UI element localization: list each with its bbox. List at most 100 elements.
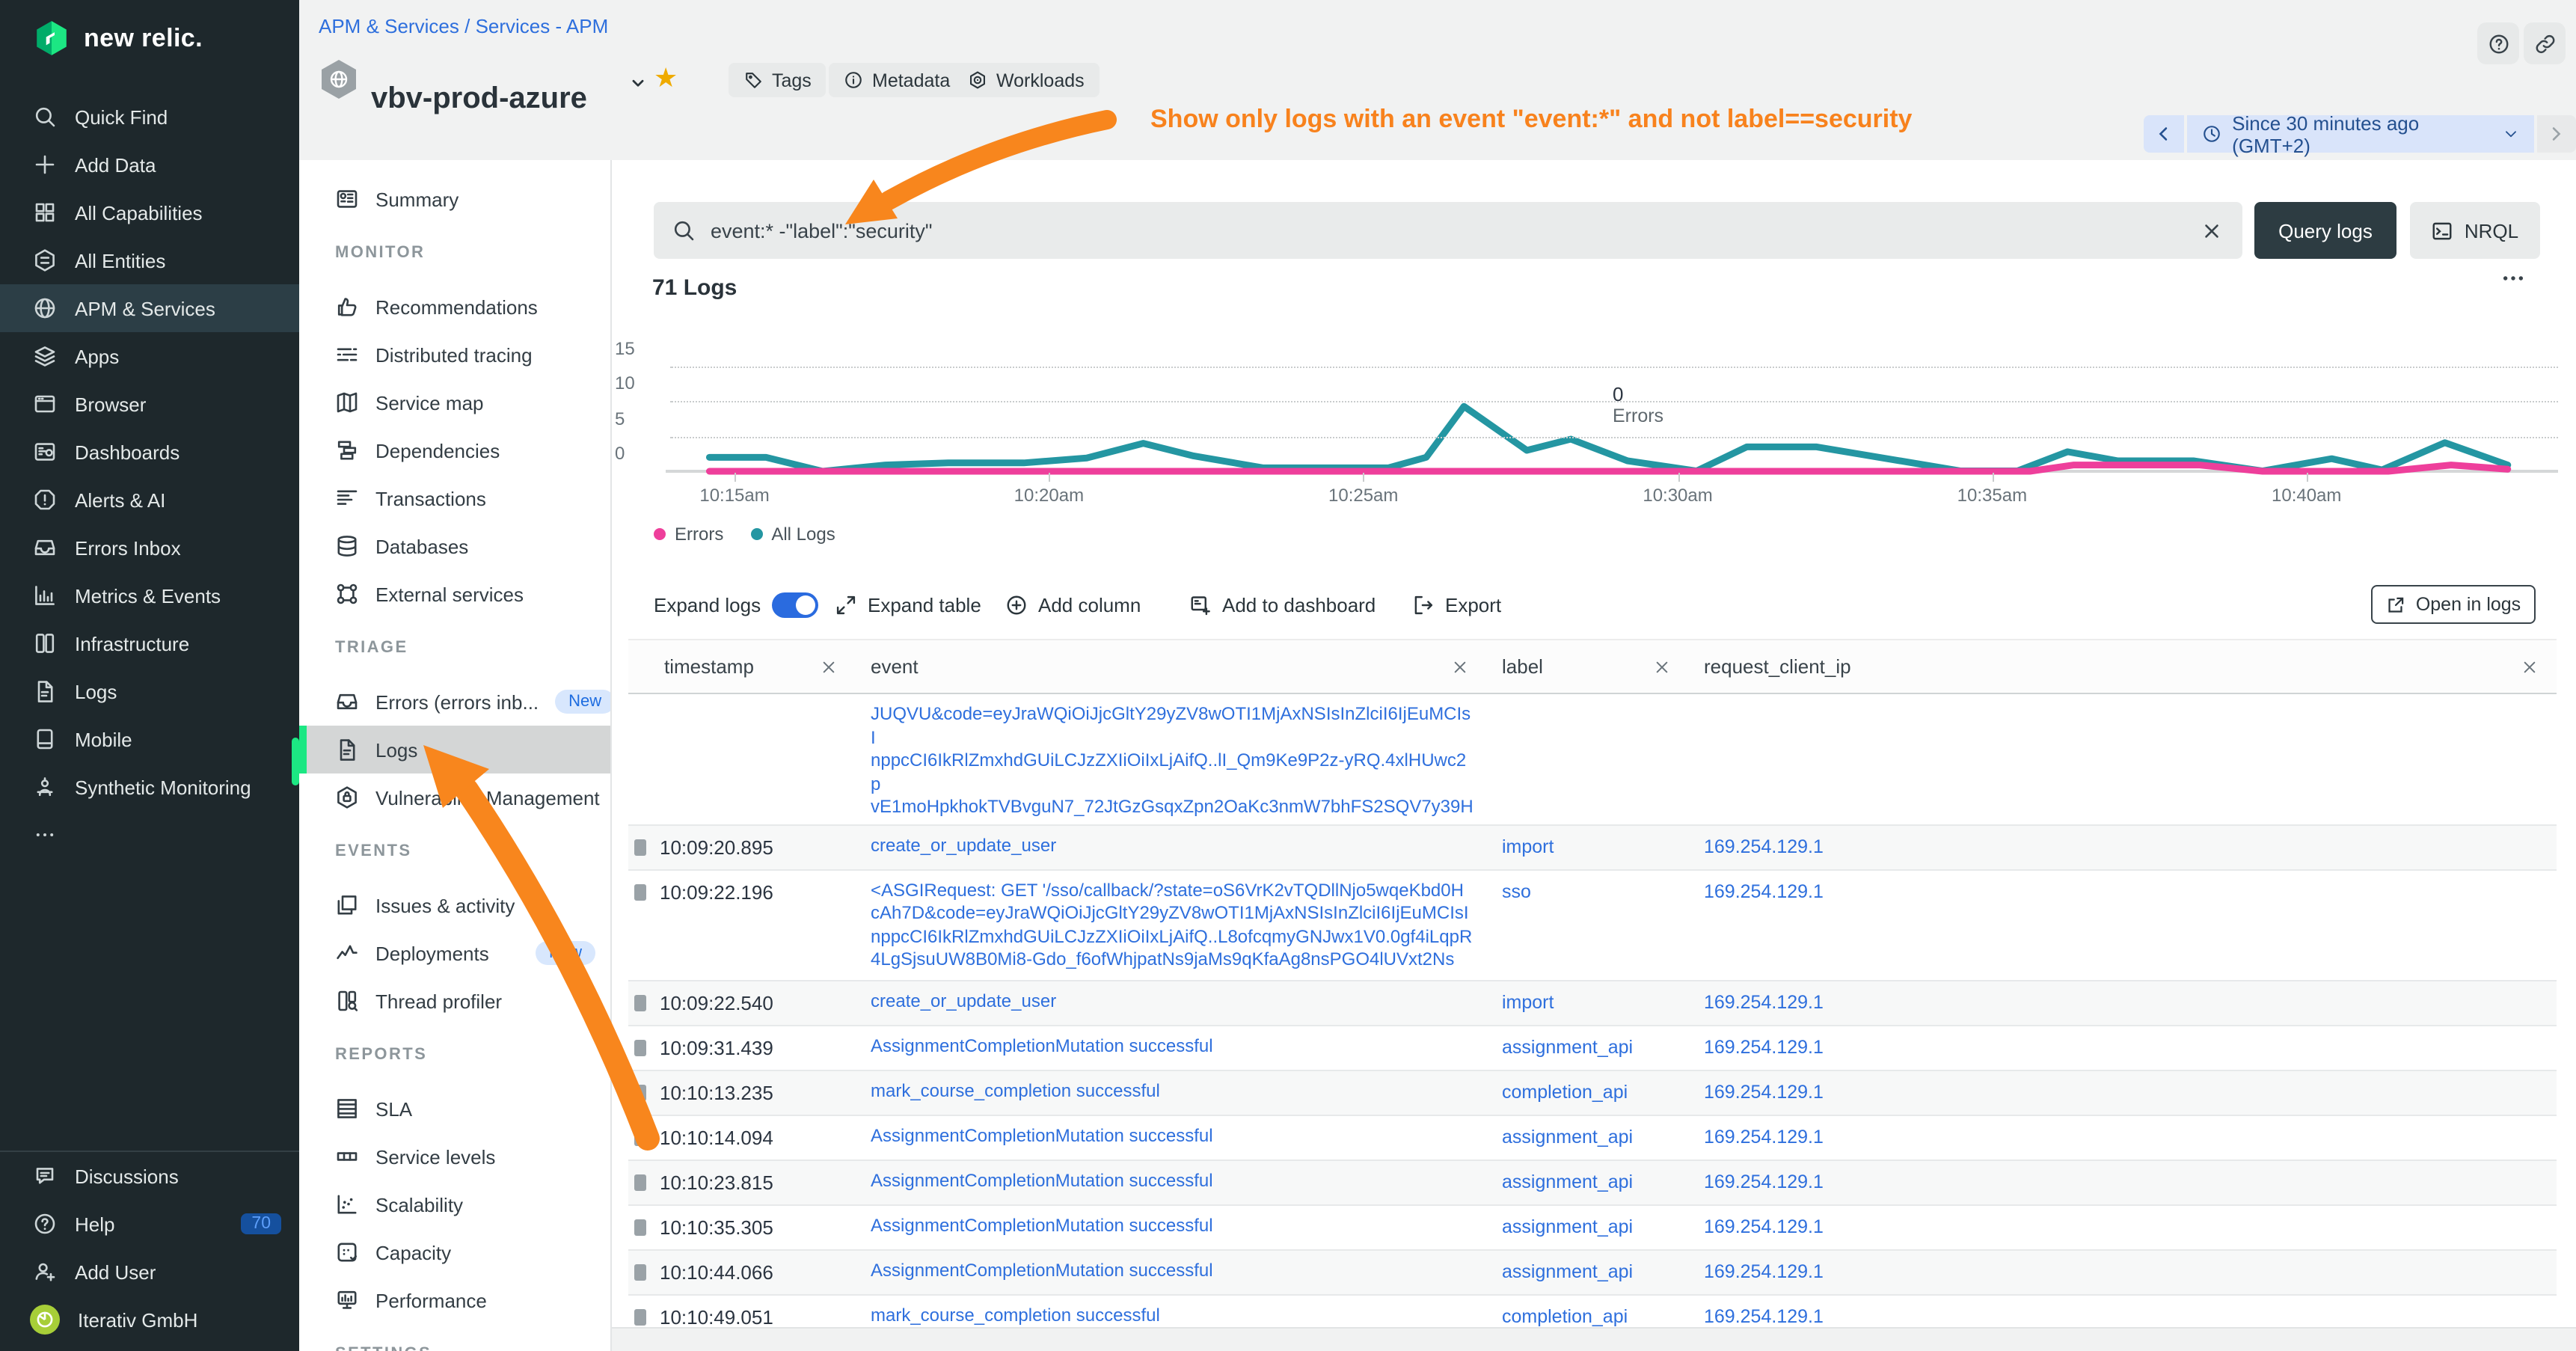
table-row[interactable]: 10:10:14.094AssignmentCompletionMutation… — [628, 1115, 2557, 1160]
nrql-button[interactable]: NRQL — [2410, 202, 2540, 259]
table-row[interactable]: JUQVU&code=eyJraWQiOiJjcGltY29yZV8wOTI1M… — [628, 694, 2557, 825]
sidebar-item-all-entities[interactable]: All Entities — [0, 236, 299, 284]
column-close-icon[interactable] — [1653, 658, 1671, 676]
breadcrumb-link-apm-services[interactable]: APM & Services — [319, 15, 459, 37]
subnav-item-transactions[interactable]: Transactions — [299, 474, 610, 522]
label-link[interactable]: completion_api — [1502, 1082, 1628, 1103]
row-expand-marker[interactable] — [634, 1129, 646, 1145]
table-row[interactable]: 10:10:44.066AssignmentCompletionMutation… — [628, 1250, 2557, 1295]
event-link[interactable]: mark_course_completion successful — [871, 1305, 1160, 1326]
sidebar-item-metrics-events[interactable]: Metrics & Events — [0, 572, 299, 619]
event-link[interactable]: AssignmentCompletionMutation successful — [871, 1260, 1213, 1281]
subnav-item-distributed-tracing[interactable]: Distributed tracing — [299, 331, 610, 379]
breadcrumb-link-services-apm[interactable]: Services - APM — [476, 15, 609, 37]
label-link[interactable]: completion_api — [1502, 1306, 1628, 1327]
table-row[interactable]: 10:09:31.439AssignmentCompletionMutation… — [628, 1026, 2557, 1070]
column-header-request-client-ip[interactable]: request_client_ip — [1689, 640, 2557, 693]
query-logs-button[interactable]: Query logs — [2254, 202, 2396, 259]
ip-link[interactable]: 169.254.129.1 — [1704, 1261, 1824, 1282]
label-link[interactable]: sso — [1502, 880, 1531, 901]
row-expand-marker[interactable] — [634, 883, 646, 900]
column-close-icon[interactable] — [2521, 658, 2539, 676]
row-expand-marker[interactable] — [634, 1308, 646, 1325]
sidebar-item-dashboards[interactable]: Dashboards — [0, 428, 299, 476]
event-link[interactable]: mark_course_completion successful — [871, 1081, 1160, 1102]
new-relic-logo[interactable]: new relic. — [33, 19, 203, 57]
add-to-dashboard-button[interactable]: Add to dashboard — [1189, 585, 1376, 624]
subnav-item-logs[interactable]: Logs — [299, 726, 610, 773]
subnav-item-databases[interactable]: Databases — [299, 522, 610, 570]
time-back-button[interactable] — [2144, 115, 2184, 153]
subnav-item-sla[interactable]: SLA — [299, 1085, 610, 1133]
sidebar-item-synthetic-monitoring[interactable]: Synthetic Monitoring — [0, 763, 299, 811]
label-link[interactable]: assignment_api — [1502, 1216, 1633, 1237]
row-expand-marker[interactable] — [634, 839, 646, 855]
ip-link[interactable]: 169.254.129.1 — [1704, 1171, 1824, 1192]
row-expand-marker[interactable] — [634, 1084, 646, 1100]
table-row[interactable]: 10:09:20.895create_or_update_userimport1… — [628, 825, 2557, 870]
sidebar-item-browser[interactable]: Browser — [0, 380, 299, 428]
ip-link[interactable]: 169.254.129.1 — [1704, 1037, 1824, 1058]
sidebar-item-add-user[interactable]: Add User — [0, 1248, 299, 1296]
column-header-label[interactable]: label — [1487, 640, 1689, 693]
subnav-item-thread-profiler[interactable]: Thread profiler — [299, 977, 610, 1025]
title-chevron-down-icon[interactable] — [630, 75, 646, 91]
table-row[interactable]: 10:10:35.305AssignmentCompletionMutation… — [628, 1205, 2557, 1250]
column-header-event[interactable]: event — [856, 640, 1487, 693]
column-close-icon[interactable] — [820, 658, 838, 676]
sidebar-item-iterativ-gmbh[interactable]: Iterativ GmbH — [0, 1296, 299, 1344]
sidebar-item-discussions[interactable]: Discussions — [0, 1152, 299, 1200]
sidebar-scrollbar-thumb[interactable] — [292, 738, 299, 785]
ip-link[interactable]: 169.254.129.1 — [1704, 1127, 1824, 1148]
table-row[interactable]: 10:10:23.815AssignmentCompletionMutation… — [628, 1160, 2557, 1205]
sidebar-item-mobile[interactable]: Mobile — [0, 715, 299, 763]
expand-logs-toggle[interactable] — [771, 592, 818, 617]
ip-link[interactable]: 169.254.129.1 — [1704, 1216, 1824, 1237]
label-link[interactable]: assignment_api — [1502, 1037, 1633, 1058]
column-header-timestamp[interactable]: timestamp — [628, 640, 856, 693]
sidebar-item-add-data[interactable]: Add Data — [0, 141, 299, 189]
metadata-button[interactable]: Metadata — [829, 63, 965, 97]
table-row[interactable]: 10:09:22.196<ASGIRequest: GET '/sso/call… — [628, 870, 2557, 981]
row-expand-marker[interactable] — [634, 1263, 646, 1280]
expand-logs-toggle-group[interactable]: Expand logs — [654, 585, 818, 624]
event-link[interactable]: JUQVU&code=eyJraWQiOiJjcGltY29yZV8wOTI1M… — [871, 703, 1473, 817]
open-in-logs-button[interactable]: Open in logs — [2371, 585, 2536, 624]
subnav-item-performance[interactable]: Performance — [299, 1276, 610, 1324]
table-row[interactable]: 10:09:22.540create_or_update_userimport1… — [628, 981, 2557, 1026]
row-expand-marker[interactable] — [634, 1174, 646, 1190]
ip-link[interactable]: 169.254.129.1 — [1704, 992, 1824, 1013]
query-input[interactable] — [696, 219, 2184, 242]
copy-link-button[interactable] — [2524, 22, 2566, 64]
subnav-item-service-map[interactable]: Service map — [299, 379, 610, 426]
ip-link[interactable]: 169.254.129.1 — [1704, 836, 1824, 857]
label-link[interactable]: assignment_api — [1502, 1127, 1633, 1148]
sidebar-item-help[interactable]: Help70 — [0, 1200, 299, 1248]
event-link[interactable]: create_or_update_user — [871, 836, 1056, 857]
table-row[interactable]: 10:10:13.235mark_course_completion succe… — [628, 1070, 2557, 1115]
add-column-button[interactable]: Add column — [1005, 585, 1141, 624]
ip-link[interactable]: 169.254.129.1 — [1704, 1306, 1824, 1327]
export-button[interactable]: Export — [1412, 585, 1501, 624]
row-expand-marker[interactable] — [634, 994, 646, 1011]
label-link[interactable]: assignment_api — [1502, 1171, 1633, 1192]
favorite-star-icon[interactable]: ★ — [654, 63, 678, 94]
event-link[interactable]: <ASGIRequest: GET '/sso/callback/?state=… — [871, 879, 1472, 969]
subnav-item-scalability[interactable]: Scalability — [299, 1180, 610, 1228]
subnav-item-capacity[interactable]: Capacity — [299, 1228, 610, 1276]
subnav-item-recommendations[interactable]: Recommendations — [299, 283, 610, 331]
subnav-item-dependencies[interactable]: Dependencies — [299, 426, 610, 474]
subnav-item-vulnerability-management[interactable]: Vulnerability Management — [299, 773, 610, 821]
sidebar-item-alerts-ai[interactable]: Alerts & AI — [0, 476, 299, 524]
workloads-button[interactable]: Workloads — [953, 63, 1100, 97]
legend-item-errors[interactable]: Errors — [654, 524, 723, 545]
legend-item-all-logs[interactable]: All Logs — [750, 524, 835, 545]
label-link[interactable]: import — [1502, 836, 1554, 857]
label-link[interactable]: assignment_api — [1502, 1261, 1633, 1282]
row-expand-marker[interactable] — [634, 1219, 646, 1235]
event-link[interactable]: AssignmentCompletionMutation successful — [871, 1216, 1213, 1237]
time-range-button[interactable]: Since 30 minutes ago (GMT+2) — [2187, 115, 2534, 153]
subnav-item-issues-activity[interactable]: Issues & activity — [299, 881, 610, 929]
sidebar-item-apps[interactable]: Apps — [0, 332, 299, 380]
sidebar-item-apm-services[interactable]: APM & Services — [0, 284, 299, 332]
